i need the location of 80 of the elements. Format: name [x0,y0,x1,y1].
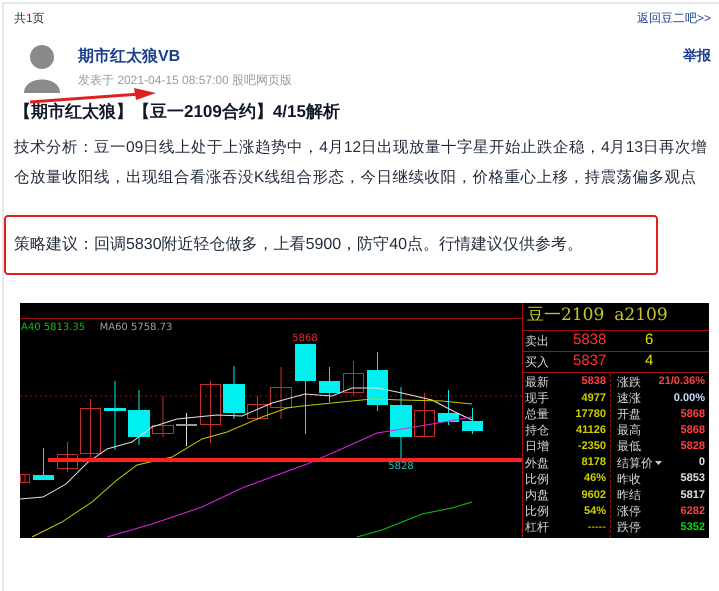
candle [390,386,412,458]
legend-label: A40 5813.35 [21,322,86,332]
stat-value: 5817 [680,488,705,503]
post-title: 【期市红太狼】【豆一2109合约】4/15解析 [13,101,341,123]
post-body: 技术分析：豆一09日线上处于上涨趋势中，4月12日出现放量十字星开始止跌企稳，4月13日再次增仓放量收阳线，出现组合看涨吞没K线组合形态，今日继续收阳，价格重心上移，持震荡偏多观点 [13,138,708,188]
stat-label: 跌停 [617,519,641,536]
stat-label: 比例 [525,470,549,488]
candle [57,441,78,472]
contract-name: 豆一2109 [527,304,604,328]
high-price-label: 5868 [292,332,318,344]
stat-label: 杠杆 [525,519,549,536]
report-link[interactable]: 举报 [683,44,711,66]
stat-value: 46% [584,471,606,486]
candle [176,412,197,446]
candle [80,398,101,457]
order-label: 买入 [525,354,550,370]
stat-label: 昨结 [617,486,641,504]
stat-label: 最低 [617,438,641,456]
stat-label: 涨停 [617,503,641,520]
order-volume: 4 [645,351,654,372]
stat-label: 外盘 [525,454,549,472]
stat-value: 17780 [575,406,606,422]
stat-value: ----- [588,520,606,536]
candle [247,395,268,419]
candle [438,389,459,425]
candle [462,407,483,434]
order-price: 5837 [573,351,608,372]
stat-label: 日增 [525,438,549,456]
stat-label: 现手 [525,390,549,407]
candle [128,389,150,445]
stat-label: 结算价 [617,454,653,472]
stat-label: 内盘 [525,486,549,504]
stat-label: 持仓 [525,422,549,440]
stat-value: 5352 [680,520,705,536]
candle [20,473,30,483]
post-meta: 发表于 2021-04-15 08:57:00 股吧网页版 [78,72,294,89]
legend-label: MA60 5758.73 [100,322,172,332]
stat-value: 41126 [576,422,606,438]
stat-value: 0.00% [674,390,705,406]
candle [270,366,292,419]
stat-label: 昨收 [617,470,641,488]
candle [33,447,54,480]
stat-label: 最新 [525,374,549,391]
order-label: 卖出 [525,332,550,350]
back-link[interactable]: 返回豆二吧>> [636,9,711,27]
stat-value: 5868 [680,422,705,438]
stat-label: 开盘 [617,406,641,423]
author-name[interactable]: 期市红太狼VB [78,45,180,69]
stat-label: 比例 [525,503,549,520]
stat-value: 54% [584,504,606,519]
stat-value: 4977 [582,390,606,406]
caret-icon[interactable] [655,460,662,465]
stat-value: 5868 [680,406,705,422]
stat-value: 5828 [680,439,705,454]
stat-label: 涨跌 [617,374,641,391]
stat-value: 21/0.36% [658,374,705,390]
stat-value: 5853 [680,471,705,486]
low-price-label: 5828 [388,460,414,472]
contract-code: a2109 [614,304,668,328]
order-price: 5838 [573,330,608,350]
candle [200,380,221,443]
stat-value: 6282 [680,504,705,519]
stat-value: -2350 [578,439,606,454]
candle [414,392,435,437]
candle [319,366,340,402]
candle [104,380,126,450]
stat-value: 9602 [582,488,606,503]
stat-value: 5838 [582,374,606,390]
candle [152,395,174,437]
stat-value: 0 [698,455,705,470]
stat-label: 最高 [617,422,641,440]
stat-label: 总量 [525,406,549,423]
order-volume: 6 [645,330,654,350]
strategy-text: 策略建议：回调5830附近轻仓做多，上看5900，防守40点。行情建议仅供参考。 [14,234,583,254]
candle [223,365,245,419]
candle [343,360,364,396]
stat-label: 速涨 [617,390,641,407]
candle [367,351,388,411]
stat-value: 8178 [582,455,606,470]
page-count: 共1页 [14,10,45,27]
